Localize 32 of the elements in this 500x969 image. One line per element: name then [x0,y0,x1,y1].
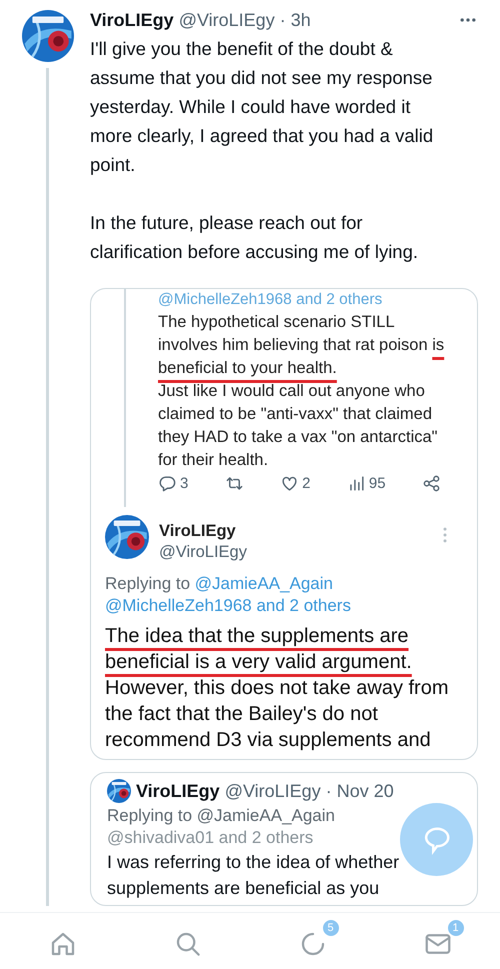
retweet-icon [224,474,244,493]
tweet-text: I'll give you the benefit of the doubt & assume that you did not see my response yesterday. While I could have worded it more clearly, I agreed that you had a valid point. [90,37,434,177]
author-handle: @ViroLIEgy [159,542,247,563]
separator: · [326,780,332,803]
reply-icon [158,474,177,493]
tweet-text: I was referring to the idea of whether supplements are beneficial as you [107,851,400,900]
like-count: 2 [302,474,310,494]
author-name: ViroLIEgy [159,521,237,542]
share-icon [422,474,441,493]
author-name: ViroLIEgy [136,780,220,803]
timestamp[interactable]: 3h [290,10,311,30]
heart-icon [280,474,300,493]
reply-context: Replying to @JamieAA_Again @MichelleZeh1968 and 2 others [105,573,352,617]
avatar [22,10,74,62]
avatar [105,515,149,559]
mention-link: @shivadiva01 and 2 others [107,828,314,847]
mention-link: @JamieAA_Again [196,806,335,825]
author-handle[interactable]: @ViroLIEgy [178,10,275,30]
separator: · [280,10,286,30]
timestamp: Nov 20 [336,780,394,803]
views-count: 95 [368,474,386,494]
tweet-text: The hypothetical scenario STILL involves him believing that rat poison is beneficial to your health. [158,312,446,379]
count-badge: 5 [322,919,340,937]
tweet-text: Just like I would call out anyone who claimed to be "anti-vaxx" that claimed they HAD to take a vax "on antarctica" for their health. [158,381,439,471]
author-name[interactable]: ViroLIEgy [90,10,174,30]
count-badge: 1 [446,919,464,937]
tweet-text: In the future, please reach out for clarification before accusing me of lying. [90,211,420,264]
reply-count: 3 [180,474,188,494]
avatar [107,779,131,803]
tweet-text: The idea that the supplements are beneficial is a very valid argument. However, this does not take away from the fact that the Bailey's do not recommend D3 via supplements and [105,624,449,753]
more-icon [441,525,449,545]
author-handle: @ViroLIEgy [224,780,321,803]
